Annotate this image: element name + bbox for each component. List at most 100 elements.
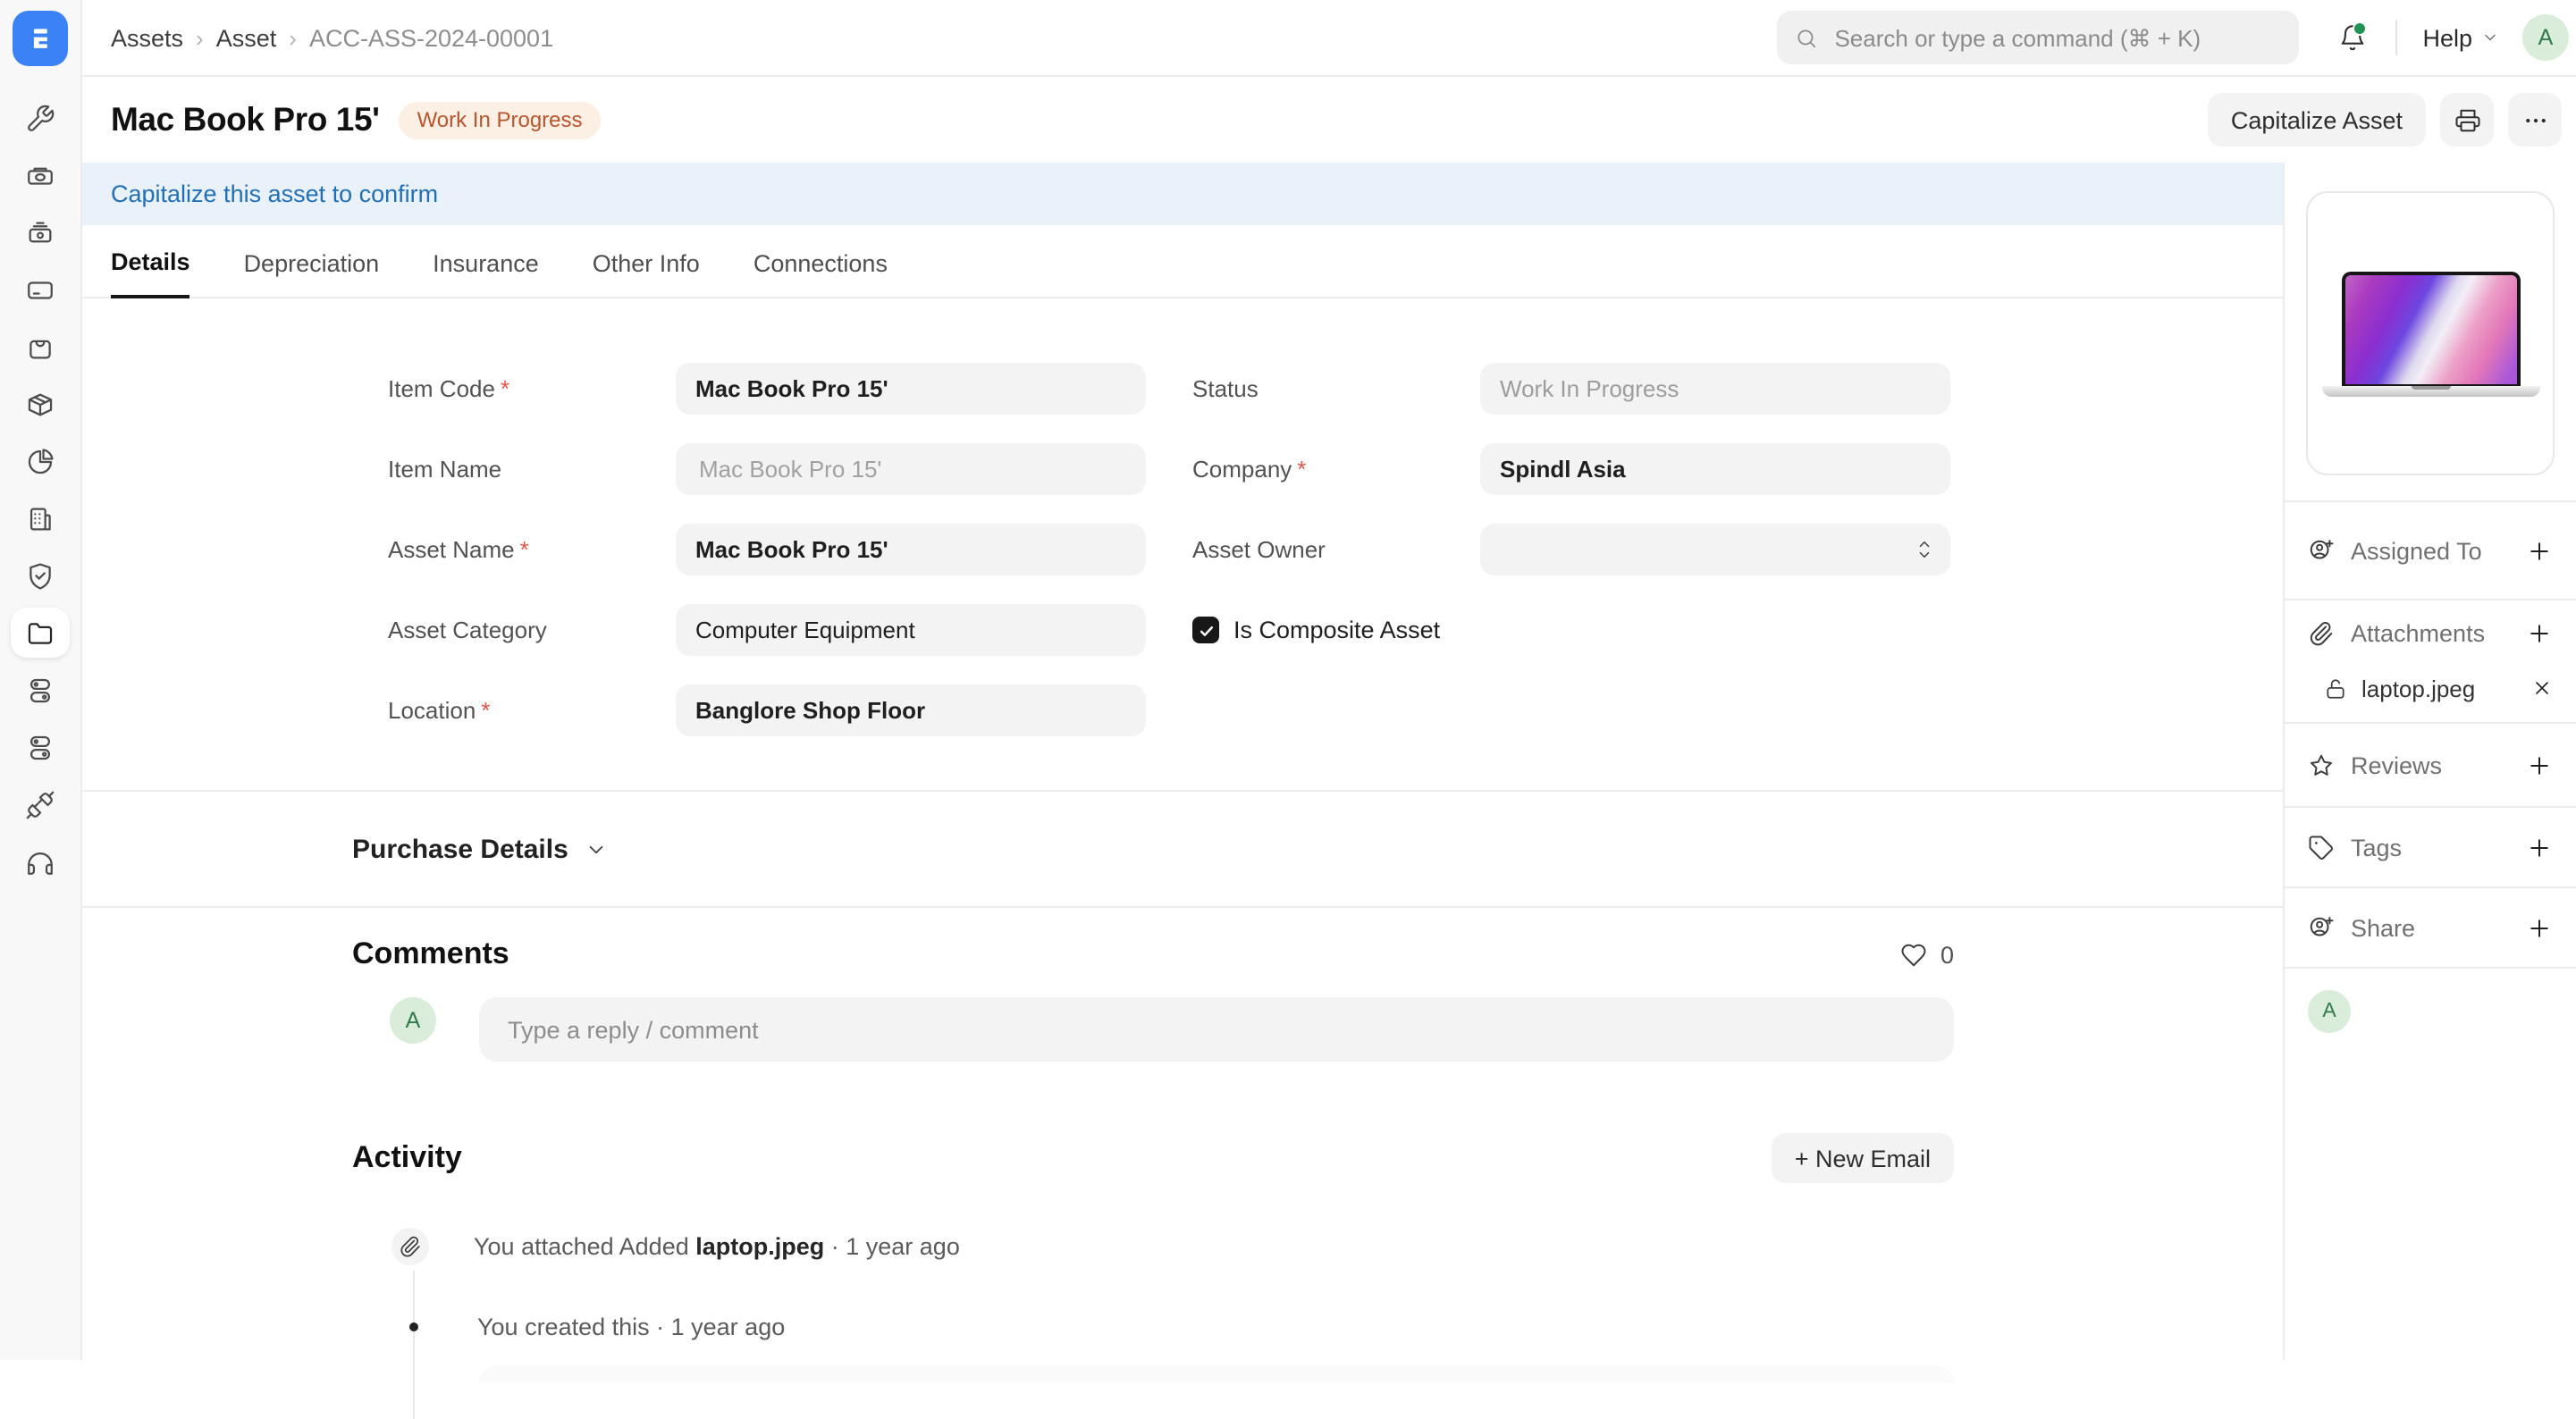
sidebar-item-shopping[interactable]: [0, 318, 80, 375]
share-user-icon: [2308, 914, 2335, 941]
status-value: Work In Progress: [1480, 363, 1950, 415]
item-name-input[interactable]: [695, 454, 1126, 484]
star-icon: [2308, 751, 2335, 778]
package-icon: [25, 389, 55, 419]
asset-detail-page: Assets › Asset › ACC-ASS-2024-00001 Help…: [0, 0, 2576, 1360]
tag-icon: [2308, 834, 2335, 861]
sidebar-item-files-active[interactable]: [0, 604, 80, 661]
sidebar-item-frontdesk[interactable]: [0, 204, 80, 261]
location-value[interactable]: Banglore Shop Floor: [676, 684, 1146, 736]
print-button[interactable]: [2440, 93, 2494, 147]
tab-connections[interactable]: Connections: [753, 250, 888, 297]
is-composite-label: Is Composite Asset: [1233, 617, 1440, 643]
timeline-dot: [409, 1322, 418, 1331]
sidebar-item-analytics[interactable]: [0, 432, 80, 490]
laptop-screen: [2341, 271, 2520, 385]
sidebar-item-stock[interactable]: [0, 375, 80, 432]
check-icon: [1197, 621, 1215, 639]
confirm-banner: Capitalize this asset to confirm: [82, 163, 2283, 225]
attachment-file-link[interactable]: laptop.jpeg: [2361, 675, 2475, 701]
like-count: 0: [1940, 941, 1954, 968]
printer-icon: [2454, 106, 2480, 133]
panel-divider: [2285, 967, 2576, 969]
capitalize-asset-button[interactable]: Capitalize Asset: [2208, 93, 2426, 147]
asset-category-label: Asset Category: [388, 617, 676, 643]
notifications-button[interactable]: [2338, 23, 2367, 52]
attachment-file-name: laptop.jpeg: [695, 1233, 824, 1260]
asset-name-value[interactable]: Mac Book Pro 15': [676, 524, 1146, 575]
asset-owner-select[interactable]: [1480, 524, 1950, 575]
comment-input[interactable]: [504, 1014, 1929, 1045]
company-value[interactable]: Spindl Asia: [1480, 443, 1950, 495]
tags-section: Tags: [2285, 808, 2576, 886]
tools-icon: [25, 103, 55, 133]
remove-attachment-button[interactable]: [2531, 677, 2553, 699]
add-tag-button[interactable]: [2526, 834, 2553, 861]
more-menu-button[interactable]: [2508, 93, 2562, 147]
asset-owner-label: Asset Owner: [1192, 536, 1480, 563]
add-review-button[interactable]: [2526, 751, 2553, 778]
timeline-item-attachment: You attached Added laptop.jpeg · 1 year …: [352, 1222, 1954, 1271]
assigned-to-label: Assigned To: [2351, 537, 2482, 564]
user-avatar[interactable]: A: [2522, 14, 2569, 61]
form-right-column: Status Work In Progress Company* Spindl …: [1192, 363, 1950, 736]
laptop-base: [2321, 385, 2539, 396]
sidebar-item-switches-a[interactable]: [0, 661, 80, 718]
tab-insurance[interactable]: Insurance: [433, 250, 539, 297]
item-name-label: Item Name: [388, 456, 676, 483]
sidebar-item-quality[interactable]: [0, 547, 80, 604]
sidebar-item-tools[interactable]: [0, 89, 80, 147]
field-item-code: Item Code* Mac Book Pro 15': [388, 363, 1146, 415]
reviews-label: Reviews: [2351, 751, 2442, 778]
asset-image-card[interactable]: [2306, 191, 2555, 475]
tab-depreciation[interactable]: Depreciation: [244, 250, 380, 297]
attachments-section: Attachments: [2285, 600, 2576, 665]
tab-bar: Details Depreciation Insurance Other Inf…: [82, 225, 2283, 298]
unlock-icon[interactable]: [2324, 676, 2347, 700]
sidebar-item-integrations[interactable]: [0, 776, 80, 833]
status-badge: Work In Progress: [400, 101, 601, 139]
folder-icon: [11, 608, 70, 658]
assign-user-icon: [2308, 537, 2335, 564]
activity-timeline: You attached Added laptop.jpeg · 1 year …: [352, 1222, 1954, 1383]
tab-other-info[interactable]: Other Info: [593, 250, 700, 297]
add-attachment-button[interactable]: [2526, 619, 2553, 646]
add-share-button[interactable]: [2526, 914, 2553, 941]
sidebar-item-switches-b[interactable]: [0, 718, 80, 776]
purchase-details-section[interactable]: Purchase Details: [82, 792, 2283, 906]
field-status: Status Work In Progress: [1192, 363, 1950, 415]
next-item-peek: [479, 1365, 1954, 1383]
form-left-column: Item Code* Mac Book Pro 15' Item Name As…: [388, 363, 1146, 736]
erpnext-logo[interactable]: [13, 11, 68, 66]
sidebar-item-payments[interactable]: [0, 147, 80, 204]
field-location: Location* Banglore Shop Floor: [388, 684, 1146, 736]
sidebar-item-support[interactable]: [0, 833, 80, 890]
item-code-label: Item Code*: [388, 375, 676, 402]
viewer-avatar: A: [2308, 990, 2351, 1033]
item-code-value[interactable]: Mac Book Pro 15': [676, 363, 1146, 415]
sidebar-item-company[interactable]: [0, 490, 80, 547]
tab-details[interactable]: Details: [111, 248, 190, 298]
assigned-to-section: Assigned To: [2285, 502, 2576, 599]
timeline-text: You attached Added laptop.jpeg · 1 year …: [474, 1233, 960, 1260]
breadcrumb-separator-icon: ›: [289, 24, 297, 51]
new-email-button[interactable]: + New Email: [1772, 1133, 1954, 1183]
global-search[interactable]: [1777, 11, 2299, 64]
asset-category-value[interactable]: Computer Equipment: [676, 604, 1146, 656]
breadcrumb-asset[interactable]: Asset: [216, 24, 277, 51]
help-menu[interactable]: Help: [2422, 24, 2499, 51]
capitalize-confirm-link[interactable]: Capitalize this asset to confirm: [111, 181, 438, 207]
chevron-down-icon: [2481, 29, 2499, 46]
breadcrumb-separator-icon: ›: [196, 24, 204, 51]
is-composite-checkbox[interactable]: [1192, 617, 1219, 643]
add-assignment-button[interactable]: [2526, 537, 2553, 564]
shopping-bag-icon: [25, 332, 55, 362]
ellipsis-icon: [2521, 106, 2548, 133]
main-content: Capitalize this asset to confirm Details…: [82, 163, 2283, 1360]
sidebar-item-card[interactable]: [0, 261, 80, 318]
toggle-switches-icon: [25, 675, 55, 705]
like-button[interactable]: 0: [1901, 941, 1954, 968]
app-sidebar: [0, 0, 82, 1360]
search-input[interactable]: [1831, 22, 2281, 53]
breadcrumb-assets[interactable]: Assets: [111, 24, 183, 51]
